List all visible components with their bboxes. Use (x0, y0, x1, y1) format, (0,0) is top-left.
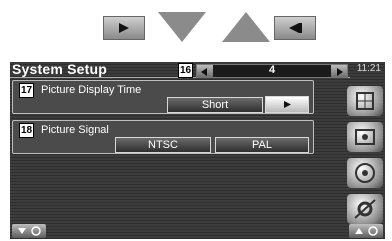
disc-icon[interactable] (347, 158, 383, 188)
title-bar: System Setup 16 4 (10, 62, 350, 78)
settings-icon[interactable] (347, 194, 383, 224)
back-legend-icon (274, 16, 316, 40)
play-legend-icon (103, 16, 145, 40)
chevron-up-icon (355, 226, 378, 236)
down-triangle-icon (158, 12, 206, 42)
pal-button[interactable]: PAL (215, 137, 309, 153)
next-page-button[interactable] (331, 65, 347, 77)
picture-display-time-label: Picture Display Time (41, 84, 142, 96)
system-setup-screen: System Setup 16 4 11:21 17 Picture Displ… (10, 62, 385, 239)
menu-grid-icon[interactable] (347, 86, 383, 116)
play-icon (284, 101, 291, 108)
picture-display-time-panel: 17 Picture Display Time Short (12, 80, 314, 114)
picture-display-time-value: Short (167, 97, 263, 113)
media-icon[interactable] (347, 122, 383, 152)
chevron-down-icon (18, 226, 41, 236)
setting-number-badge: 18 (19, 123, 34, 138)
right-arrow-icon (337, 68, 343, 76)
ntsc-button[interactable]: NTSC (115, 137, 211, 153)
bottom-right-control[interactable] (349, 224, 383, 238)
clock: 11:21 (356, 63, 381, 74)
picture-display-time-next-button[interactable] (265, 96, 309, 113)
page-title: System Setup (12, 62, 107, 77)
setting-number-badge: 17 (19, 83, 34, 98)
bottom-left-control[interactable] (12, 224, 46, 238)
page-value: 4 (268, 64, 276, 76)
picture-signal-label: Picture Signal (41, 124, 109, 136)
title-number-badge: 16 (178, 63, 193, 78)
page-selector: 4 (196, 64, 348, 78)
up-triangle-icon (222, 12, 270, 42)
picture-signal-panel: 18 Picture Signal NTSC PAL (12, 120, 314, 154)
